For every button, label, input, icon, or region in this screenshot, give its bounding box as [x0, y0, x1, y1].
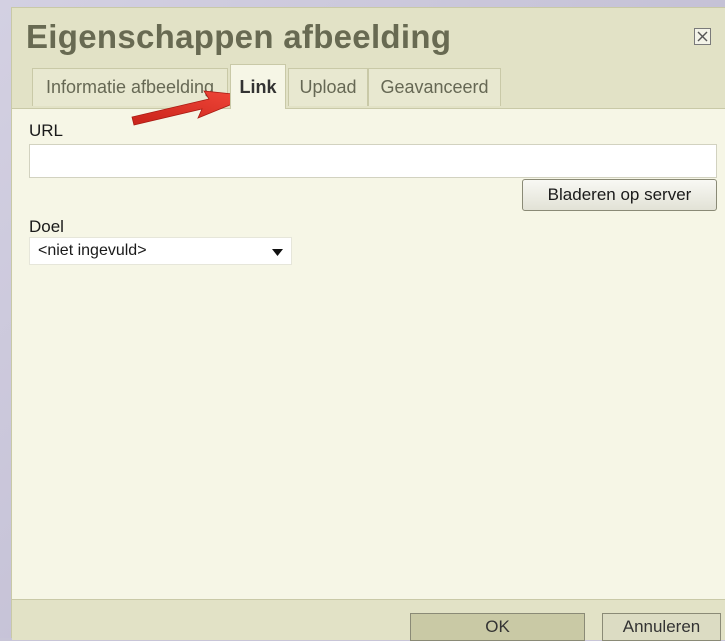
cancel-button[interactable]: Annuleren [602, 613, 721, 641]
chevron-down-icon [272, 249, 283, 256]
target-label: Doel [29, 217, 64, 236]
tab-advanced[interactable]: Geavanceerd [368, 68, 501, 106]
url-input[interactable] [29, 144, 717, 178]
target-select-value: <niet ingevuld> [38, 242, 147, 259]
dialog-header: Eigenschappen afbeelding Informatie afbe… [12, 8, 725, 109]
tab-upload[interactable]: Upload [288, 68, 368, 106]
url-label: URL [29, 121, 64, 140]
ok-button[interactable]: OK [410, 613, 585, 641]
target-select[interactable]: <niet ingevuld> [29, 237, 292, 265]
dialog-footer: OK Annuleren [12, 599, 725, 641]
dialog-title: Eigenschappen afbeelding [26, 18, 452, 55]
browse-server-button[interactable]: Bladeren op server [522, 179, 717, 211]
image-properties-dialog: Eigenschappen afbeelding Informatie afbe… [11, 7, 725, 641]
close-button[interactable] [694, 28, 711, 45]
close-icon [697, 31, 708, 42]
tab-link[interactable]: Link [230, 64, 286, 109]
